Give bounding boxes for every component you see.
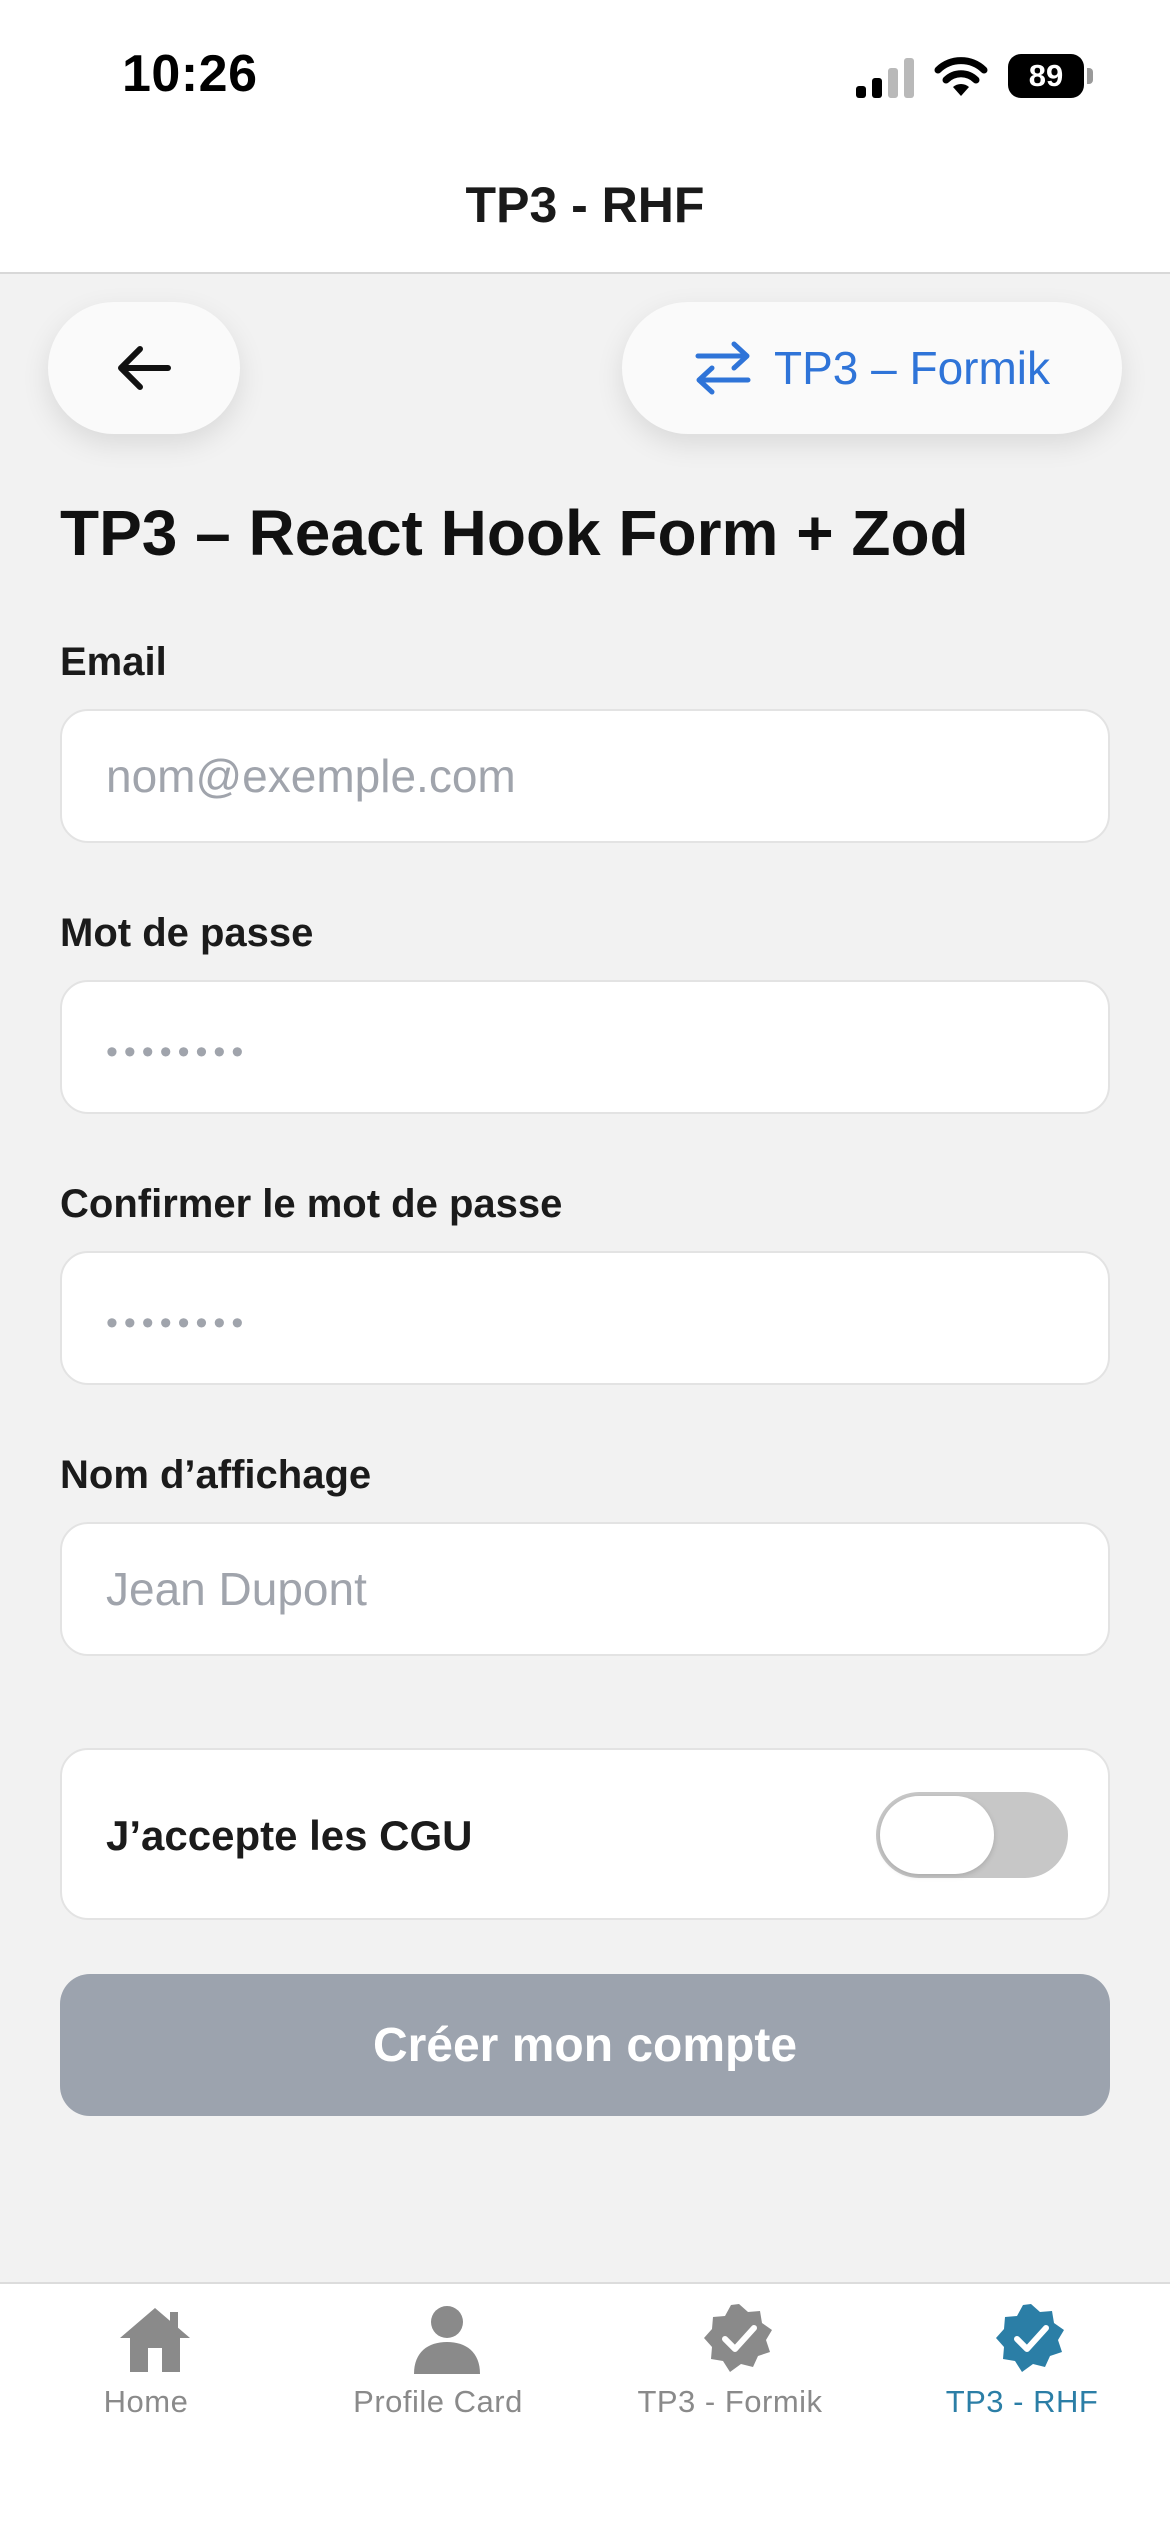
status-time: 10:26 (122, 45, 258, 103)
tab-bar: Home Profile Card TP3 - Formik TP3 - RHF (0, 2282, 1170, 2532)
battery-tip (1087, 68, 1093, 84)
page-title: TP3 - RHF (465, 177, 705, 233)
verified-badge-icon (996, 2304, 1064, 2372)
tab-label: TP3 - Formik (637, 2384, 823, 2419)
arrow-left-icon (118, 346, 171, 390)
cgu-row: J’accepte les CGU (60, 1748, 1110, 1920)
tab-label: Home (103, 2384, 189, 2419)
create-account-button[interactable]: Créer mon compte (60, 1974, 1110, 2116)
tab-profile-card[interactable]: Profile Card (292, 2284, 584, 2434)
app-screen: 10:26 89 TP3 - RHF TP3 – Formik TP3 – Re… (0, 0, 1170, 2532)
email-field[interactable] (60, 709, 1110, 843)
toggle-knob (880, 1796, 994, 1874)
switch-to-formik-button[interactable]: TP3 – Formik (622, 302, 1122, 434)
wifi-icon (934, 57, 988, 96)
home-icon (120, 2308, 190, 2372)
verified-badge-icon (704, 2304, 772, 2372)
confirm-password-label: Confirmer le mot de passe (60, 1182, 563, 1226)
confirm-password-field[interactable] (60, 1251, 1110, 1385)
display-name-label: Nom d’affichage (60, 1453, 372, 1497)
tab-home[interactable]: Home (0, 2284, 292, 2434)
cgu-label: J’accepte les CGU (106, 1812, 473, 1859)
nav-header: TP3 - RHF (0, 144, 1170, 274)
password-field[interactable] (60, 980, 1110, 1114)
display-name-field[interactable] (60, 1522, 1110, 1656)
battery-icon: 89 (1008, 54, 1094, 98)
form-title: TP3 – React Hook Form + Zod (60, 497, 969, 569)
signal-icon (856, 58, 914, 98)
tab-tp3-rhf[interactable]: TP3 - RHF (876, 2284, 1168, 2434)
person-icon (414, 2306, 480, 2374)
tab-tp3-formik[interactable]: TP3 - Formik (584, 2284, 876, 2434)
tab-label: Profile Card (353, 2384, 523, 2419)
battery-level: 89 (1008, 54, 1084, 98)
back-button[interactable] (48, 302, 240, 434)
password-label: Mot de passe (60, 911, 314, 955)
email-label: Email (60, 640, 167, 684)
cgu-toggle[interactable] (876, 1792, 1068, 1878)
swap-arrows-icon (695, 341, 751, 395)
tab-label: TP3 - RHF (945, 2384, 1099, 2419)
switch-button-label: TP3 – Formik (773, 342, 1051, 394)
status-bar: 10:26 89 (0, 0, 1170, 144)
